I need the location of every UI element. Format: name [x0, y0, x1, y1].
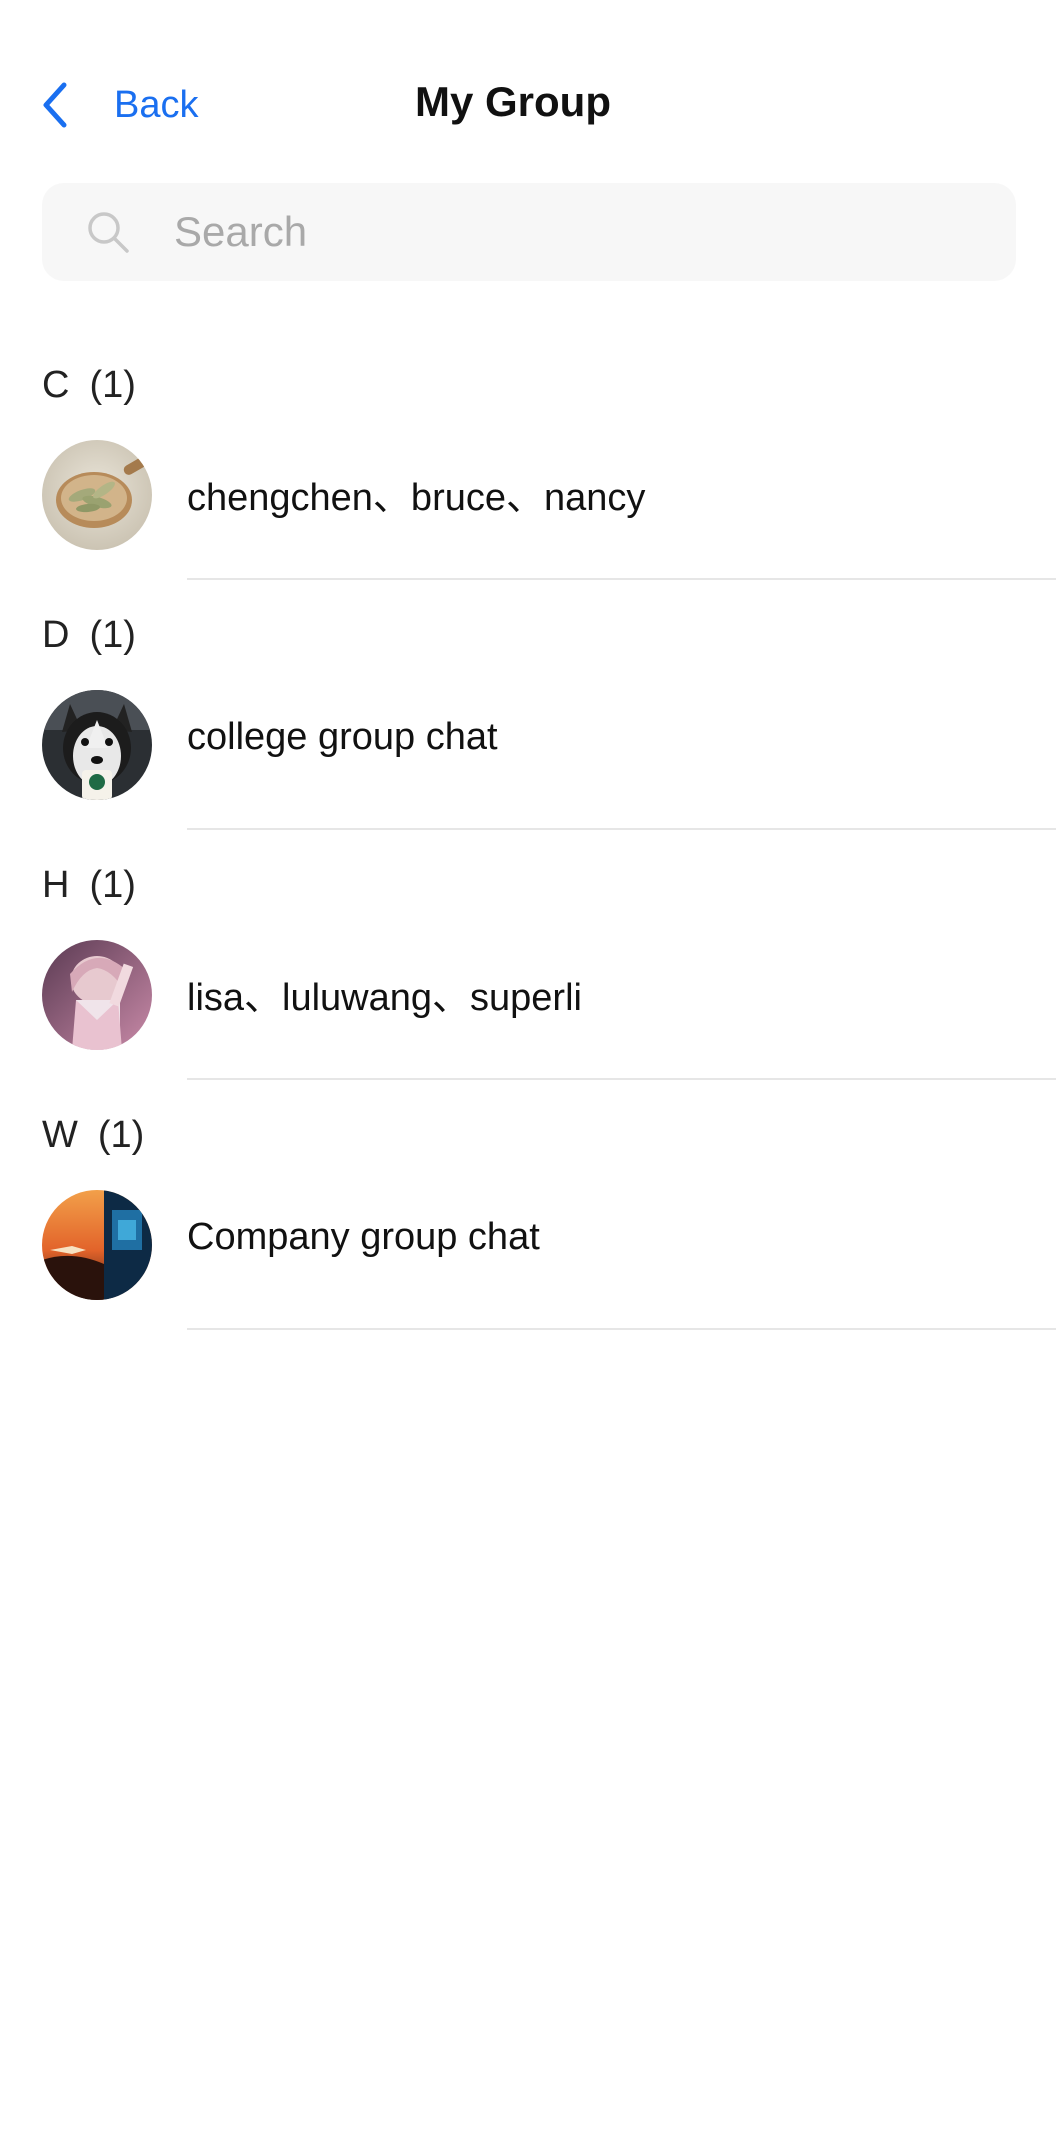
avatar [42, 940, 152, 1050]
search-icon [88, 212, 129, 253]
group-name: chengchen、bruce、nancy [187, 477, 646, 519]
section-header-w: W (1) [0, 1080, 1056, 1190]
page-title: My Group [0, 78, 1056, 126]
divider [187, 1328, 1056, 1330]
divider [187, 828, 1056, 830]
group-list: C (1) chengchen、bruce、nancy D (1) colleg… [0, 330, 1056, 1330]
section-letter: W [42, 1113, 78, 1156]
section-letter: H [42, 863, 70, 906]
avatar [42, 1190, 152, 1300]
group-item-company[interactable]: Company group chat [0, 1190, 1056, 1330]
group-item-college[interactable]: college group chat [0, 690, 1056, 830]
husky-avatar-icon [42, 690, 152, 800]
group-name: lisa、luluwang、superli [187, 977, 582, 1019]
search-bar[interactable] [42, 183, 1016, 281]
section-letter: D [42, 613, 70, 656]
section-count: (1) [89, 363, 136, 406]
anime-avatar-icon [42, 940, 152, 1050]
section-count: (1) [89, 613, 136, 656]
section-header-h: H (1) [0, 830, 1056, 940]
group-item-chengchen[interactable]: chengchen、bruce、nancy [0, 440, 1056, 580]
section-header-c: C (1) [0, 330, 1056, 440]
avatar [42, 690, 152, 800]
divider [187, 1078, 1056, 1080]
section-count: (1) [89, 863, 136, 906]
group-name: Company group chat [187, 1216, 540, 1258]
group-item-lisa[interactable]: lisa、luluwang、superli [0, 940, 1056, 1080]
sunset-avatar-icon [42, 1190, 152, 1300]
group-name: college group chat [187, 716, 498, 758]
section-count: (1) [97, 1113, 145, 1156]
my-group-screen: Back My Group C (1) [0, 0, 1056, 2152]
section-header-d: D (1) [0, 580, 1056, 690]
dried-leaves-avatar-icon [42, 440, 152, 550]
navigation-bar: Back My Group [0, 0, 1056, 176]
divider [187, 578, 1056, 580]
search-input[interactable] [174, 208, 954, 256]
avatar [42, 440, 152, 550]
page-title-text: My Group [415, 78, 611, 125]
section-letter: C [42, 363, 70, 406]
